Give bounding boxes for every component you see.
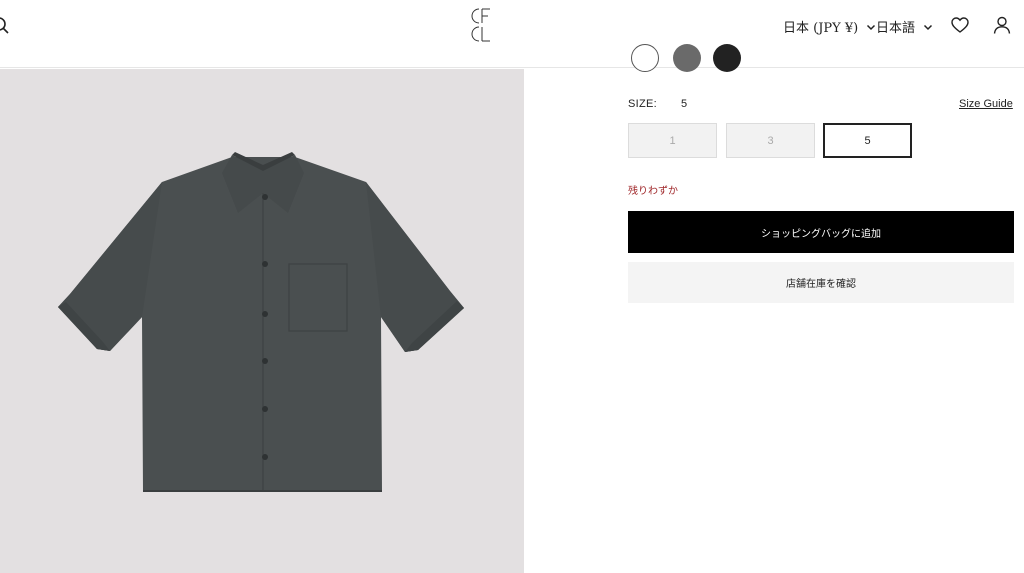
check-store-stock-button[interactable]: 店舗在庫を確認 [628,262,1014,303]
heart-icon[interactable] [951,17,969,34]
size-option-label: 3 [767,134,774,147]
product-image [0,69,524,573]
language-label: 日本語 [876,21,916,36]
selected-size-value: 5 [681,98,688,110]
currency-selector[interactable]: 日本 (JPY ¥) [783,17,876,36]
size-option-label: 1 [669,134,676,147]
size-option-3[interactable]: 3 [726,123,815,158]
size-option-1[interactable]: 1 [628,123,717,158]
color-swatch-black[interactable] [713,44,741,72]
size-option-5[interactable]: 5 [823,123,912,158]
user-icon[interactable] [993,16,1011,34]
chevron-down-icon [923,24,933,30]
low-stock-warning: 残りわずか [628,186,678,197]
add-to-bag-label: ショッピングバッグに追加 [761,228,881,240]
currency-label: 日本 (JPY ¥) [783,21,859,36]
language-selector[interactable]: 日本語 [876,17,933,36]
brand-logo[interactable] [465,6,497,46]
color-swatch-white[interactable] [631,44,659,72]
add-to-bag-button[interactable]: ショッピングバッグに追加 [628,211,1014,253]
site-header: 日本 (JPY ¥) 日本語 [0,0,1024,68]
chevron-down-icon [867,24,876,30]
search-icon[interactable] [0,16,12,36]
size-guide-link[interactable]: Size Guide [959,98,1013,110]
color-swatch-gray[interactable] [673,44,701,72]
size-label: SIZE: [628,98,658,110]
shirt-illustration [58,152,464,492]
size-option-label: 5 [864,134,871,147]
check-store-stock-label: 店舗在庫を確認 [786,279,856,290]
